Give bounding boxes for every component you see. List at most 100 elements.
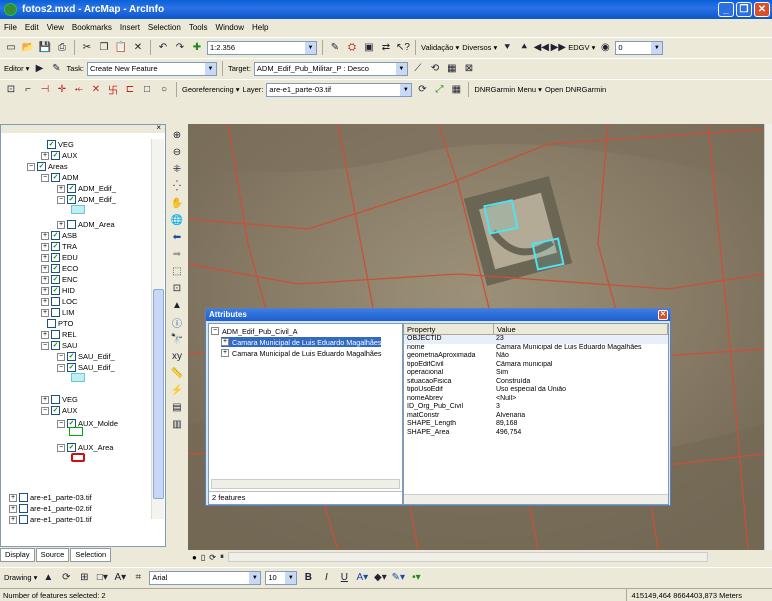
font-combo[interactable]: Arial ▼ bbox=[149, 570, 262, 585]
measure-icon[interactable]: 📏 bbox=[170, 366, 184, 380]
map-horizontal-scrollbar[interactable] bbox=[227, 552, 708, 562]
identify-icon[interactable]: ⓘ bbox=[170, 315, 184, 330]
sketch-properties-icon[interactable]: ⊠ bbox=[462, 62, 476, 76]
attribute-row[interactable]: tipoEdifCivil Câmara municipal bbox=[404, 361, 668, 370]
layer-visibility-checkbox[interactable]: ✓ bbox=[51, 275, 60, 284]
validacao-menu[interactable]: Validação ▾ bbox=[421, 43, 459, 52]
minimize-button[interactable]: _ bbox=[718, 2, 734, 17]
trace-icon[interactable]: ⌐ bbox=[21, 83, 35, 97]
fill-color-icon[interactable]: ◆▾ bbox=[373, 571, 387, 585]
undo-icon[interactable]: ↶ bbox=[156, 41, 170, 55]
fixed-zoom-in-icon[interactable]: ⁜ bbox=[170, 162, 184, 176]
expand-icon[interactable]: + bbox=[41, 308, 49, 317]
feature-tree-item[interactable]: + Camara Municipal de Luis Eduardo Magal… bbox=[221, 337, 382, 347]
whats-this-icon[interactable]: ↖? bbox=[396, 41, 410, 55]
toc-scrollbar[interactable] bbox=[151, 139, 164, 519]
layer-visibility-checkbox[interactable] bbox=[19, 515, 28, 524]
forward-icon[interactable]: ➡ bbox=[170, 247, 184, 261]
toc-layer-item[interactable]: + VEG bbox=[41, 394, 78, 405]
layer-visibility-checkbox[interactable] bbox=[51, 395, 60, 404]
redo-icon[interactable]: ↷ bbox=[173, 41, 187, 55]
rectangle-tool-icon[interactable]: □▾ bbox=[95, 571, 109, 585]
circle-icon[interactable]: ○ bbox=[157, 83, 171, 97]
back-icon[interactable]: ⬅ bbox=[170, 230, 184, 244]
attribute-row[interactable]: situacaoFisica Construída bbox=[404, 378, 668, 387]
collapse-icon[interactable]: − bbox=[57, 419, 65, 428]
drawing-menu[interactable]: Drawing ▾ bbox=[4, 573, 37, 582]
fixed-zoom-out-icon[interactable]: ⁛ bbox=[170, 179, 184, 193]
layer-visibility-checkbox[interactable] bbox=[67, 220, 76, 229]
feature-tree-scrollbar[interactable] bbox=[211, 479, 400, 489]
toc-close-icon[interactable]: × bbox=[156, 123, 161, 132]
attribute-row[interactable]: tipoUsoEdif Uso especial da União bbox=[404, 386, 668, 395]
edgv-menu[interactable]: EDGV ▾ bbox=[568, 43, 595, 52]
add-control-points-icon[interactable]: ⤢ bbox=[432, 83, 446, 97]
layer-visibility-checkbox[interactable]: ✓ bbox=[51, 151, 60, 160]
select-elements-icon[interactable]: ▲ bbox=[170, 298, 184, 312]
attribute-row[interactable]: SHAPE_Area 496,754 bbox=[404, 429, 668, 438]
editor-menu[interactable]: Editor ▾ bbox=[4, 64, 29, 73]
property-column-header[interactable]: Property bbox=[404, 324, 494, 334]
new-icon[interactable]: ▭ bbox=[4, 41, 18, 55]
command-line-icon[interactable]: ▣ bbox=[362, 41, 376, 55]
paste-icon[interactable]: 📋 bbox=[114, 41, 128, 55]
collapse-icon[interactable]: − bbox=[57, 195, 65, 204]
layer-visibility-checkbox[interactable] bbox=[51, 297, 60, 306]
toc-layer-item[interactable]: + LIM bbox=[41, 307, 75, 318]
feature-tree-layer[interactable]: − ADM_Edif_Pub_Civil_A bbox=[211, 326, 298, 336]
add-data-icon[interactable]: ✚ bbox=[190, 41, 204, 55]
menu-tools[interactable]: Tools bbox=[189, 23, 208, 32]
layer-visibility-checkbox[interactable]: ✓ bbox=[47, 140, 56, 149]
toc-layer-item[interactable]: ✓ VEG bbox=[47, 139, 74, 150]
attributes-icon[interactable]: ▦ bbox=[445, 62, 459, 76]
toc-layer-item[interactable]: − ✓ SAU_Edif_ bbox=[57, 351, 115, 362]
control-point-icon[interactable]: ⊣ bbox=[38, 83, 52, 97]
tab-display[interactable]: Display bbox=[0, 548, 35, 562]
previous-icon[interactable]: ◀◀ bbox=[534, 41, 549, 55]
attribute-row[interactable]: OBJECTID 23 bbox=[404, 335, 668, 344]
attribute-row[interactable]: nome Camara Municipal de Luis Eduardo Mag… bbox=[404, 344, 668, 353]
toc-layer-item[interactable]: + are-e1_parte-03.tif bbox=[9, 492, 92, 503]
expand-icon[interactable]: + bbox=[41, 151, 49, 160]
up-arrow-icon[interactable]: ⯅ bbox=[517, 41, 531, 55]
edit-tool-icon[interactable]: ▶ bbox=[32, 62, 46, 76]
expand-icon[interactable]: + bbox=[41, 395, 49, 404]
menu-bookmarks[interactable]: Bookmarks bbox=[72, 23, 112, 32]
layer-visibility-checkbox[interactable]: ✓ bbox=[51, 231, 60, 240]
rectangle-icon[interactable]: □ bbox=[140, 83, 154, 97]
dnrgarmin-menu[interactable]: DNRGarmin Menu ▾ bbox=[474, 85, 542, 94]
expand-icon[interactable]: + bbox=[41, 242, 49, 251]
layer-visibility-checkbox[interactable]: ✓ bbox=[51, 253, 60, 262]
collapse-icon[interactable]: − bbox=[57, 352, 65, 361]
time-slider-icon[interactable]: ▥ bbox=[170, 417, 184, 431]
attribute-row[interactable]: SHAPE_Length 89,168 bbox=[404, 420, 668, 429]
layer-visibility-checkbox[interactable]: ✓ bbox=[51, 264, 60, 273]
expand-icon[interactable]: + bbox=[41, 231, 49, 240]
toc-layer-item[interactable]: + ✓ AUX bbox=[41, 150, 77, 161]
value-cell[interactable]: Construída bbox=[494, 378, 668, 387]
attribute-row[interactable]: matConstr Alvenaria bbox=[404, 412, 668, 421]
layer-visibility-checkbox[interactable]: ✓ bbox=[67, 195, 76, 204]
attributes-close-button[interactable]: ✕ bbox=[658, 310, 668, 320]
toc-layer-item[interactable]: − ✓ AUX_Molde bbox=[57, 418, 118, 429]
toc-layer-item[interactable]: + REL bbox=[41, 329, 77, 340]
value-column-header[interactable]: Value bbox=[494, 324, 668, 334]
maximize-button[interactable]: ❐ bbox=[736, 2, 752, 17]
link-table-icon[interactable]: ▦ bbox=[449, 83, 463, 97]
zoom-out-icon[interactable]: ⊖ bbox=[170, 145, 184, 159]
menu-file[interactable]: File bbox=[4, 23, 17, 32]
expand-icon[interactable]: + bbox=[57, 220, 65, 229]
menu-insert[interactable]: Insert bbox=[120, 23, 140, 32]
expand-icon[interactable]: + bbox=[221, 349, 229, 357]
attribute-table-scrollbar[interactable] bbox=[404, 494, 668, 504]
collapse-icon[interactable]: − bbox=[57, 443, 65, 452]
menu-edit[interactable]: Edit bbox=[25, 23, 39, 32]
layer-visibility-checkbox[interactable]: ✓ bbox=[51, 286, 60, 295]
effects-icon[interactable]: ◉ bbox=[598, 41, 612, 55]
expand-icon[interactable]: + bbox=[41, 275, 49, 284]
delete-icon[interactable]: ✕ bbox=[131, 41, 145, 55]
expand-icon[interactable]: + bbox=[9, 504, 17, 513]
toc-layer-item[interactable]: − ✓ ADM bbox=[41, 172, 79, 183]
editor-toolbar-icon[interactable]: ✎ bbox=[328, 41, 342, 55]
diversos-menu[interactable]: Diversos ▾ bbox=[462, 43, 497, 52]
